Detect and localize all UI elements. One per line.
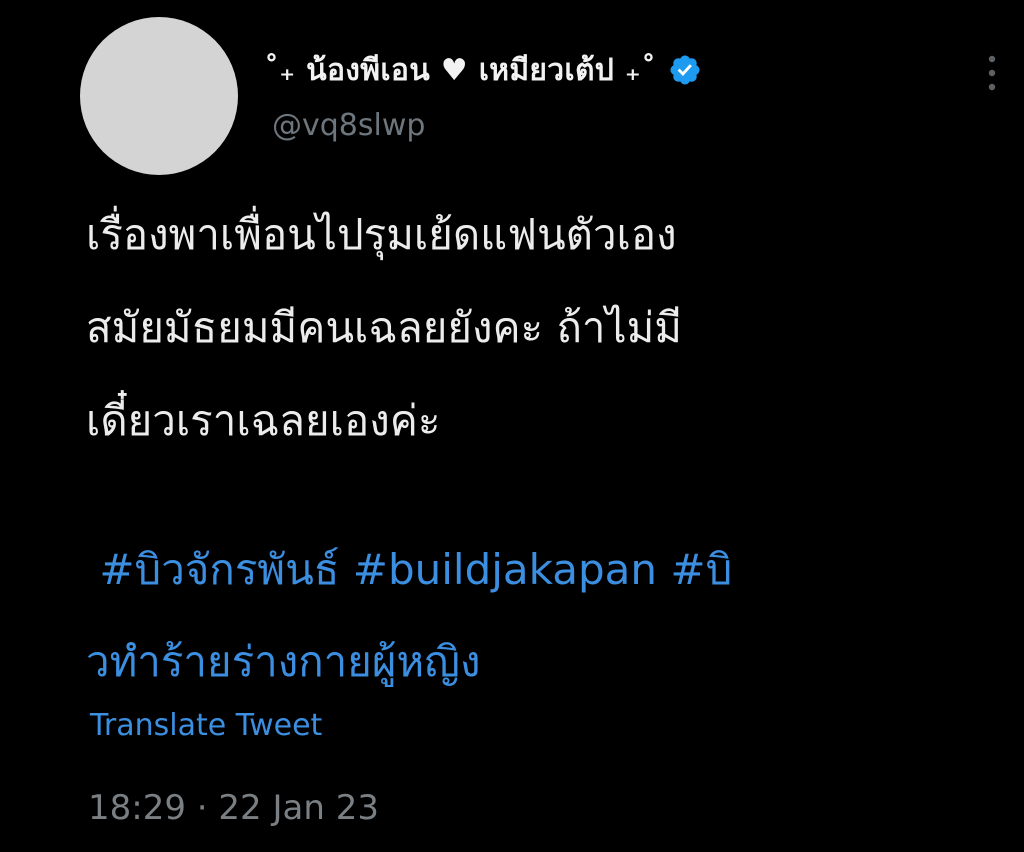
hashtag-link[interactable]: #buildjakapan bbox=[353, 545, 657, 594]
tweet-text-line: เดี๋ยวเราเฉลยเองค่ะ bbox=[86, 396, 441, 445]
author-handle[interactable]: @vq8slwp bbox=[272, 108, 425, 143]
translate-tweet-link[interactable]: Translate Tweet bbox=[90, 708, 322, 743]
more-options-icon[interactable] bbox=[980, 48, 1004, 98]
hashtag-link[interactable]: #บิวจักรพันธ์ bbox=[99, 545, 339, 594]
avatar[interactable] bbox=[80, 17, 238, 175]
tweet-time: 18:29 bbox=[88, 788, 186, 828]
tweet-text-line: สมัยมัธยมมีคนเฉลยยังคะ ถ้าไม่มี bbox=[86, 303, 682, 352]
hashtag-line: #บิวจักรพันธ์ #buildjakapan #บิ bbox=[86, 524, 986, 616]
hashtag-block: #บิวจักรพันธ์ #buildjakapan #บิ วทำร้ายร… bbox=[86, 524, 986, 708]
tweet-text-line: เรื่องพาเพื่อนไปรุมเย้ดแฟนตัวเอง bbox=[86, 210, 677, 259]
tweet-timestamp[interactable]: 18:29 · 22 Jan 23 bbox=[88, 788, 379, 828]
tweet-text: เรื่องพาเพื่อนไปรุมเย้ดแฟนตัวเอง สมัยมัธ… bbox=[86, 188, 986, 467]
hashtag-link-continued[interactable]: วทำร้ายร่างกายผู้หญิง bbox=[86, 616, 986, 708]
author-name-row: ˚₊ น้องพีเอน ♥ เหมียวเต้ป ₊˚ bbox=[264, 42, 702, 98]
hashtag-link[interactable]: #บิ bbox=[670, 545, 732, 594]
tweet-card: ˚₊ น้องพีเอน ♥ เหมียวเต้ป ₊˚ @vq8slwp เร… bbox=[0, 0, 1024, 852]
verified-badge-icon bbox=[670, 55, 700, 85]
tweet-date: 22 Jan 23 bbox=[218, 788, 379, 828]
meta-separator: · bbox=[196, 788, 208, 828]
author-display-name[interactable]: ˚₊ น้องพีเอน ♥ เหมียวเต้ป ₊˚ bbox=[264, 47, 656, 94]
